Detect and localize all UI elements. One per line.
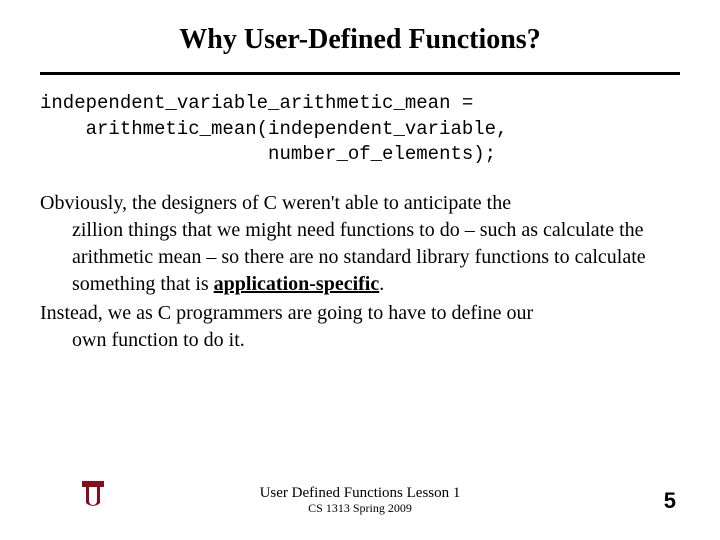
title-underline	[40, 72, 680, 75]
p2-indent: own function to do it.	[40, 327, 680, 354]
code-line-3: number_of_elements);	[40, 143, 496, 165]
page-number: 5	[664, 488, 676, 514]
paragraph-2: Instead, we as C programmers are going t…	[40, 300, 680, 354]
application-specific-term: application-specific	[214, 273, 380, 295]
footer-course: CS 1313 Spring 2009	[0, 502, 720, 516]
p2-rest: own function to do it.	[72, 329, 245, 351]
code-line-2: arithmetic_mean(independent_variable,	[40, 118, 507, 140]
slide-title: Why User-Defined Functions?	[40, 24, 680, 66]
code-line-1: independent_variable_arithmetic_mean =	[40, 92, 473, 114]
body-text: Obviously, the designers of C weren't ab…	[40, 190, 680, 354]
footer-text: User Defined Functions Lesson 1 CS 1313 …	[0, 485, 720, 516]
p1-lead: Obviously, the designers of C weren't ab…	[40, 192, 511, 214]
paragraph-1: Obviously, the designers of C weren't ab…	[40, 190, 680, 298]
p1-indent: zillion things that we might need functi…	[40, 217, 680, 298]
footer-lesson: User Defined Functions Lesson 1	[260, 485, 461, 501]
code-block: independent_variable_arithmetic_mean = a…	[40, 91, 680, 168]
slide: Why User-Defined Functions? independent_…	[0, 0, 720, 540]
footer: User Defined Functions Lesson 1 CS 1313 …	[0, 474, 720, 522]
p1-period: .	[379, 273, 384, 295]
p2-lead: Instead, we as C programmers are going t…	[40, 302, 533, 324]
